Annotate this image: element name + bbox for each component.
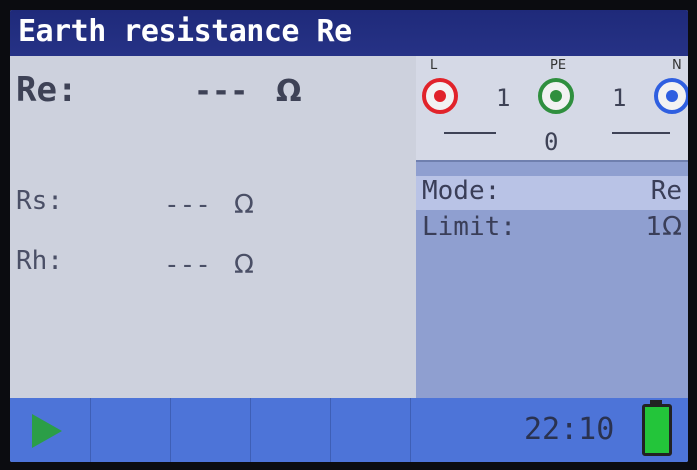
rh-unit: Ω xyxy=(234,250,254,280)
terminal-pe-label: PE xyxy=(550,58,567,73)
reading-pe-n: 1 xyxy=(612,84,627,112)
connection-line-right xyxy=(612,132,670,134)
start-test-button[interactable] xyxy=(10,398,91,462)
reading-l-n: 0 xyxy=(544,128,559,156)
rh-value: --- xyxy=(164,250,211,280)
function-key-3[interactable] xyxy=(170,398,251,462)
function-key-4[interactable] xyxy=(250,398,331,462)
results-panel: Re: --- Ω Rs: --- Ω Rh: --- Ω xyxy=(10,56,416,398)
mode-row[interactable]: Mode: Re xyxy=(416,176,688,210)
clock: 22:10 xyxy=(524,412,615,447)
function-key-bar: 22:10 xyxy=(10,398,688,462)
battery-icon xyxy=(642,404,672,456)
re-unit: Ω xyxy=(276,74,302,109)
rh-label: Rh: xyxy=(16,246,63,276)
mode-value: Re xyxy=(650,176,682,206)
re-value: --- xyxy=(194,74,249,109)
limit-value: 1Ω xyxy=(645,212,682,242)
reading-l-pe: 1 xyxy=(496,84,511,112)
rs-unit: Ω xyxy=(234,190,254,220)
mode-label: Mode: xyxy=(422,176,501,206)
settings-panel: L 1 PE 1 N 0 Mode: Re Limit: 1Ω xyxy=(416,56,688,398)
instrument-screen: Earth resistance Re Re: --- Ω Rs: --- Ω … xyxy=(10,10,688,462)
terminal-n-label: N xyxy=(672,58,682,73)
terminal-pe-icon xyxy=(538,78,574,114)
rs-value: --- xyxy=(164,190,211,220)
page-title: Earth resistance Re xyxy=(18,14,352,49)
rs-label: Rs: xyxy=(16,186,63,216)
limit-label: Limit: xyxy=(422,212,516,242)
connection-line-left xyxy=(444,132,496,134)
function-key-2[interactable] xyxy=(90,398,171,462)
play-icon xyxy=(32,414,62,448)
title-bar: Earth resistance Re xyxy=(10,10,688,56)
limit-row[interactable]: Limit: 1Ω xyxy=(416,212,688,246)
terminal-diagram: L 1 PE 1 N 0 xyxy=(416,56,688,162)
function-key-5[interactable] xyxy=(330,398,411,462)
terminal-l-label: L xyxy=(430,58,438,73)
re-label: Re: xyxy=(16,70,78,110)
terminal-l-icon xyxy=(422,78,458,114)
terminal-n-icon xyxy=(654,78,688,114)
